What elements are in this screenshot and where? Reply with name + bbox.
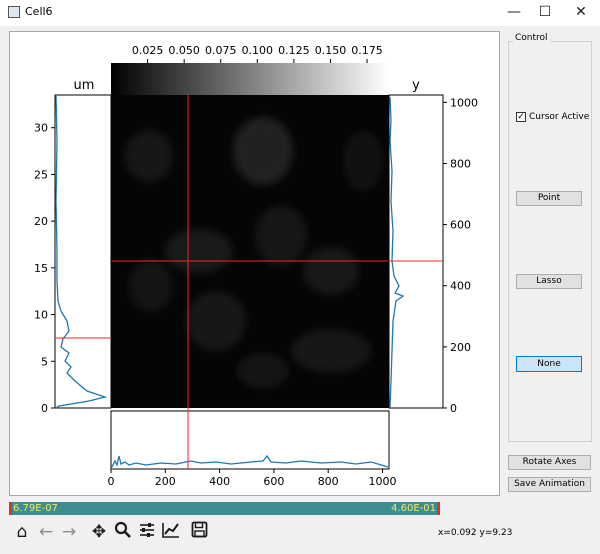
window-title: Cell6 [25,5,53,18]
top-colorbar-tick-label: 0.075 [205,44,237,57]
floppy-disk-icon[interactable] [188,521,210,543]
bottom-axis-tick-label: 800 [318,475,339,488]
intensity-colorbar[interactable]: 6.79E-07 4.60E-01 [9,502,440,515]
left-axis-title: um [74,78,95,93]
figure-svg: 0.025 0.050 0.075 0.100 0.125 0.150 0.175 um 0… [34,44,478,488]
top-colorbar-tick-label: 0.125 [278,44,310,57]
right-axis-tick-label: 800 [450,157,471,170]
arrow-left-icon[interactable]: ← [35,521,57,543]
colorbar-max-label: 4.60E-01 [391,503,436,514]
cursor-active-checkbox[interactable]: ✓ [516,112,526,122]
arrow-right-icon[interactable]: → [58,521,80,543]
home-icon[interactable]: ⌂ [11,521,33,543]
left-axis-tick-label: 30 [34,122,48,135]
left-axis-tick-label: 15 [34,262,48,275]
line-chart-icon[interactable] [160,521,182,543]
point-button[interactable]: Point [516,191,582,206]
top-colorbar-tick-label: 0.050 [168,44,200,57]
top-colorbar-tick-label: 0.150 [315,44,347,57]
colorbar-min-handle[interactable] [9,502,12,515]
left-axis-tick-label: 5 [41,355,48,368]
sliders-icon[interactable] [136,521,158,543]
bottom-axis-tick-label: 200 [155,475,176,488]
bottom-axis-tick-label: 600 [263,475,284,488]
left-axis-tick-label: 10 [34,309,48,322]
bottom-axis-tick-label: 400 [209,475,230,488]
none-button[interactable]: None [516,356,582,372]
right-axis-tick-label: 0 [450,402,457,415]
top-colorbar-tick-label: 0.025 [132,44,164,57]
right-axis-tick-label: 1000 [450,96,478,109]
minimize-button[interactable]: — [497,0,531,26]
app-icon [8,6,20,18]
title-bar: Cell6 — ☐ ✕ [0,0,600,26]
right-axis-tick-label: 400 [450,280,471,293]
cursor-coordinates: x=0.092 y=9.23 [438,528,513,538]
top-colorbar-tick-label: 0.175 [351,44,383,57]
left-profile-panel[interactable] [54,94,112,409]
maximize-button[interactable]: ☐ [528,0,562,26]
bottom-axis-tick-label: 1000 [368,475,396,488]
bottom-profile-panel[interactable] [110,410,390,470]
right-axis-ticks: 0 200 400 600 800 1000 [443,96,478,415]
top-colorbar-ticks: 0.025 0.050 0.075 0.100 0.125 0.150 0.175 [132,44,383,63]
bottom-axis-tick-label: 0 [108,475,115,488]
colorbar-max-handle[interactable] [437,502,440,515]
left-axis-tick-label: 0 [41,402,48,415]
plot-canvas[interactable]: 0.025 0.050 0.075 0.100 0.125 0.150 0.175 um 0… [9,31,500,496]
top-colorbar-tick-label: 0.100 [242,44,274,57]
close-button[interactable]: ✕ [564,0,598,26]
pan-icon[interactable]: ✥ [88,521,110,543]
lasso-button[interactable]: Lasso [516,274,582,289]
control-group-title: Control [513,33,550,43]
right-axis-tick-label: 600 [450,219,471,232]
left-axis-tick-label: 25 [34,168,48,181]
right-axis-title: y [412,78,420,93]
right-axis-tick-label: 200 [450,341,471,354]
bottom-axis-ticks: 0 200 400 600 800 1000 [108,469,396,488]
save-animation-button[interactable]: Save Animation [508,477,591,492]
left-axis-ticks: 0 5 10 15 20 25 30 [34,122,55,415]
control-group [508,41,592,442]
colorbar-min-label: 6.79E-07 [13,503,58,514]
rotate-axes-button[interactable]: Rotate Axes [508,455,591,470]
top-colorbar [111,63,389,95]
cursor-active-label: Cursor Active [529,112,590,122]
right-profile-panel[interactable] [388,94,444,409]
left-axis-tick-label: 20 [34,215,48,228]
magnifier-icon[interactable] [112,521,134,543]
